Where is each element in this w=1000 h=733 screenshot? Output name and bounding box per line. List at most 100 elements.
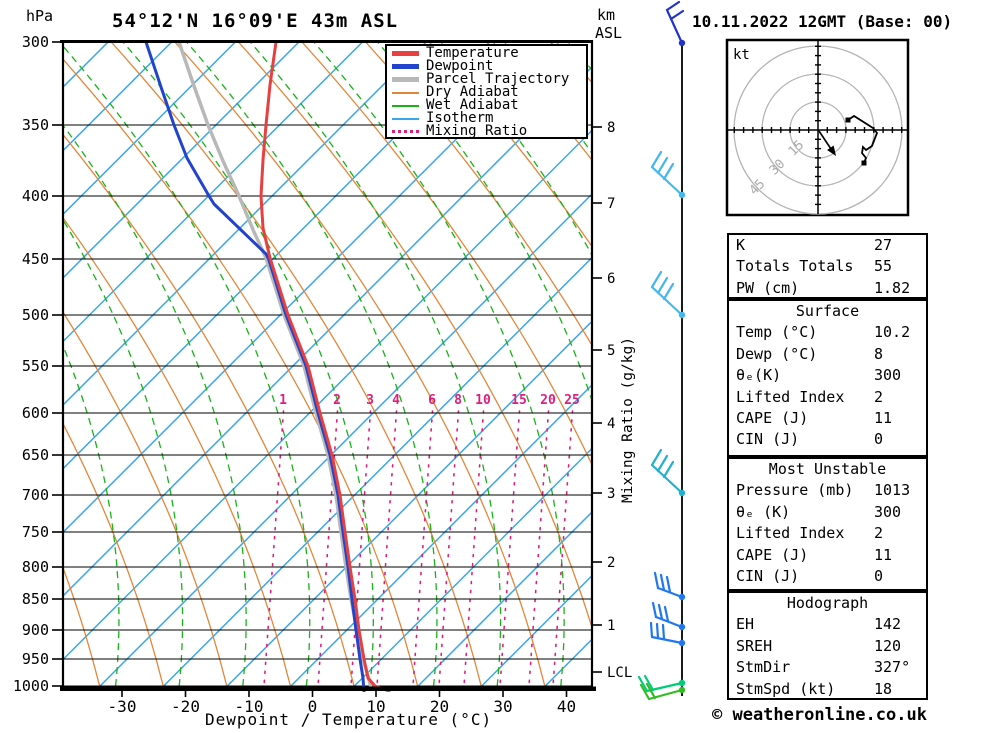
table-row: Lifted Index 2 [729, 523, 926, 544]
row-label: CAPE (J) [736, 408, 809, 427]
row-label: θₑ (K) [736, 502, 791, 521]
svg-text:6: 6 [428, 393, 436, 408]
row-label: StmSpd (kt) [736, 679, 836, 698]
svg-text:550: 550 [22, 357, 49, 375]
svg-text:300: 300 [22, 33, 49, 51]
svg-text:2: 2 [333, 393, 341, 408]
table-header: Most Unstable [768, 460, 887, 478]
legend-swatch-isotherm [392, 117, 419, 120]
svg-text:30: 30 [493, 697, 512, 716]
table-row: Pressure (mb) 1013 [729, 480, 926, 501]
svg-text:650: 650 [22, 446, 49, 464]
table-header: Hodograph [786, 594, 869, 612]
svg-text:10: 10 [475, 393, 491, 408]
wind-barb [665, 0, 686, 47]
row-value: 11 [874, 408, 893, 427]
table-row: EH 142 [729, 614, 926, 635]
row-label: CIN (J) [736, 430, 800, 449]
svg-text:2: 2 [607, 555, 615, 571]
row-label: Pressure (mb) [736, 481, 854, 500]
table-row: Totals Totals 55 [729, 256, 926, 277]
table-row: CAPE (J) 11 [729, 408, 926, 429]
skewt-sounding-page: 1 2 3 4 6 8 10 15 20 25 300 350 400 450 500 550 600 650 70… [0, 0, 1000, 733]
mixing-ratio-labels: 1 2 3 4 6 8 10 15 20 25 [279, 393, 580, 408]
row-label: θₑ(K) [736, 366, 782, 385]
legend-swatch-dry-adiabat [392, 91, 419, 94]
hodograph: kt153045 [725, 38, 910, 217]
row-label: CIN (J) [736, 566, 800, 585]
wind-barb [653, 571, 686, 601]
svg-text:3: 3 [366, 393, 374, 408]
legend-swatch-mixing-ratio [392, 130, 419, 133]
row-value: 327° [874, 658, 911, 677]
row-label: EH [736, 615, 755, 634]
svg-text:450: 450 [22, 250, 49, 268]
svg-text:7: 7 [607, 196, 615, 212]
svg-text:4: 4 [607, 416, 615, 432]
svg-text:500: 500 [22, 306, 49, 324]
svg-text:6: 6 [607, 271, 615, 287]
svg-text:1: 1 [607, 618, 615, 634]
row-value: 142 [874, 615, 902, 634]
table-surface: Surface Temp (°C) 10.2 Dewp (°C) 8 θₑ(K) 300 Li… [727, 299, 928, 457]
svg-text:LCL: LCL [607, 665, 632, 681]
row-label: Temp (°C) [736, 323, 818, 342]
row-label: K [736, 236, 746, 254]
row-value: 10.2 [874, 323, 911, 342]
row-value: 300 [874, 366, 902, 385]
table-row: StmDir 327° [729, 657, 926, 678]
wind-barb-staff [637, 0, 686, 701]
row-label: SREH [736, 636, 773, 655]
svg-text:8: 8 [607, 120, 615, 136]
km-axis-unit: km [597, 6, 616, 24]
table-header: Surface [795, 302, 860, 320]
row-label: Dewp (°C) [736, 344, 818, 363]
row-value: 300 [874, 502, 902, 521]
row-value: 120 [874, 636, 902, 655]
curve-parcel-trajectory [177, 42, 373, 690]
table-row: PW (cm) 1.82 [729, 278, 926, 299]
table-hodograph: Hodograph EH 142 SREH 120 StmDir 327° StmSpd (k… [727, 591, 928, 700]
row-label: StmDir [736, 658, 791, 677]
svg-text:600: 600 [22, 404, 49, 422]
table-most-unstable: Most Unstable Pressure (mb) 1013 θₑ (K) 300 L… [727, 457, 928, 591]
copyright: © weatheronline.co.uk [712, 705, 927, 725]
svg-text:40: 40 [557, 697, 576, 716]
svg-text:25: 25 [564, 393, 580, 408]
run-datetime: 10.11.2022 12GMT (Base: 00) [692, 12, 953, 31]
legend-swatch-dewpoint [392, 64, 419, 69]
table-row: SREH 120 [729, 636, 926, 657]
svg-text:350: 350 [22, 116, 49, 134]
row-value: 2 [874, 524, 884, 543]
row-label: Lifted Index [736, 387, 845, 406]
legend: Temperature Dewpoint Parcel Trajectory Dry … [385, 44, 588, 139]
row-value: 0 [874, 566, 884, 585]
svg-text:950: 950 [22, 650, 49, 668]
table-row: θₑ(K) 300 [729, 365, 926, 386]
svg-text:1000: 1000 [13, 677, 49, 695]
row-value: 18 [874, 679, 893, 698]
row-value: 1013 [874, 481, 911, 500]
table-row: CIN (J) 0 [729, 429, 926, 450]
table-row: CAPE (J) 11 [729, 545, 926, 566]
row-value: 27 [874, 236, 893, 254]
row-label: CAPE (J) [736, 545, 809, 564]
row-value: 55 [874, 257, 893, 276]
svg-text:700: 700 [22, 486, 49, 504]
row-value: 8 [874, 344, 884, 363]
row-label: PW (cm) [736, 278, 800, 297]
svg-text:15: 15 [511, 393, 527, 408]
table-row: K 27 [729, 235, 926, 256]
svg-text:8: 8 [454, 393, 462, 408]
svg-text:5: 5 [607, 343, 615, 359]
legend-swatch-parcel-trajectory [392, 77, 419, 82]
row-value: 1.82 [874, 278, 911, 297]
svg-text:900: 900 [22, 621, 49, 639]
x-axis-label: Dewpoint / Temperature (°C) [205, 710, 493, 729]
table-row: Temp (°C) 10.2 [729, 322, 926, 343]
svg-text:1: 1 [279, 393, 287, 408]
svg-text:750: 750 [22, 523, 49, 541]
table-indices: K 27 Totals Totals 55 PW (cm) 1.82 [727, 233, 928, 299]
page-title: 54°12'N 16°09'E 43m ASL [112, 10, 399, 32]
svg-text:-20: -20 [171, 697, 200, 716]
